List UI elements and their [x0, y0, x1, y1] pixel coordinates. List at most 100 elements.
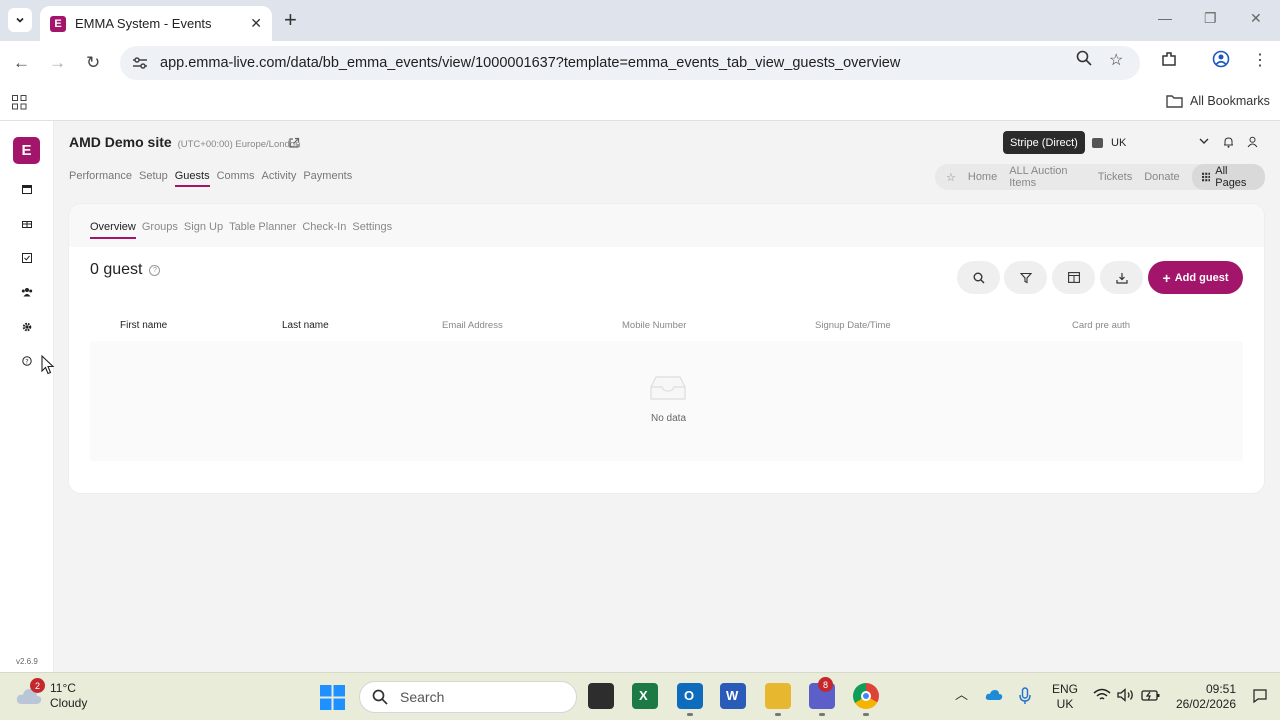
- wifi-icon[interactable]: [1093, 688, 1111, 702]
- excel-app-icon[interactable]: X: [632, 683, 658, 709]
- extensions-icon[interactable]: [1160, 50, 1178, 73]
- region-select[interactable]: UK: [1086, 131, 1216, 154]
- chrome-app-icon[interactable]: [853, 683, 879, 709]
- inbox-icon: [650, 376, 686, 400]
- weather-widget[interactable]: 2 11°C Cloudy: [16, 678, 87, 711]
- timezone-label: (UTC+00:00) Europe/London: [177, 139, 301, 150]
- nav-guests[interactable]: Guests: [174, 170, 210, 187]
- filter-icon: [1019, 272, 1032, 283]
- chevron-up-icon[interactable]: ︿: [955, 687, 968, 702]
- column-card-pre-auth[interactable]: Card pre auth: [1072, 320, 1130, 331]
- tab-check-in[interactable]: Check-In: [302, 221, 346, 239]
- gear-icon[interactable]: [19, 319, 35, 335]
- file-manager-app-icon[interactable]: [588, 683, 614, 709]
- question-icon[interactable]: ?: [149, 264, 161, 276]
- reload-button[interactable]: ↻: [86, 53, 100, 73]
- column-first-name[interactable]: First name: [120, 320, 167, 331]
- site-name: AMD Demo site: [69, 134, 172, 150]
- taskbar-search[interactable]: Search: [359, 681, 577, 713]
- language-indicator[interactable]: ENG UK: [1052, 682, 1078, 712]
- columns-button[interactable]: [1052, 261, 1095, 294]
- nav-activity[interactable]: Activity: [261, 170, 296, 187]
- svg-text:?: ?: [25, 358, 28, 366]
- zoom-icon[interactable]: [1076, 50, 1092, 71]
- all-bookmarks-label: All Bookmarks: [1190, 94, 1270, 108]
- notification-icon[interactable]: [1252, 688, 1268, 704]
- microphone-icon[interactable]: [1019, 687, 1031, 705]
- tab-overview[interactable]: Overview: [90, 221, 136, 239]
- add-guest-button[interactable]: + Add guest: [1148, 261, 1243, 294]
- external-link-icon[interactable]: [288, 137, 300, 149]
- close-window-button[interactable]: ✕: [1250, 10, 1262, 27]
- nav-payments[interactable]: Payments: [303, 170, 352, 187]
- columns-icon: [1067, 272, 1080, 283]
- bell-icon[interactable]: [1223, 136, 1234, 148]
- quick-link-home[interactable]: Home: [968, 171, 997, 183]
- tab-table-planner[interactable]: Table Planner: [229, 221, 296, 239]
- site-settings-icon[interactable]: [132, 56, 148, 70]
- outlook-running-indicator: [687, 713, 693, 716]
- clock-time: 09:51: [1205, 682, 1236, 696]
- cloud-icon: 2: [16, 678, 45, 705]
- word-app-icon[interactable]: W: [720, 683, 746, 709]
- filter-button[interactable]: [1004, 261, 1047, 294]
- volume-icon[interactable]: [1117, 688, 1135, 702]
- tab-sign-up[interactable]: Sign Up: [184, 221, 223, 239]
- quick-link-donate[interactable]: Donate: [1144, 171, 1179, 183]
- checklist-icon[interactable]: [19, 250, 35, 266]
- windows-start-icon[interactable]: [320, 685, 345, 710]
- gift-icon[interactable]: [19, 215, 35, 231]
- address-bar-row: ← → ↻ app.emma-live.com/data/bb_emma_eve…: [0, 41, 1280, 85]
- restore-button[interactable]: ❐: [1204, 10, 1217, 27]
- omnibox[interactable]: app.emma-live.com/data/bb_emma_events/vi…: [120, 46, 1140, 80]
- sub-tabs: Overview Groups Sign Up Table Planner Ch…: [90, 221, 398, 239]
- user-icon[interactable]: [1247, 136, 1258, 148]
- teams-app-icon[interactable]: 8: [809, 677, 835, 709]
- back-button[interactable]: ←: [13, 53, 30, 73]
- region-value: UK: [1111, 136, 1127, 149]
- calendar-icon[interactable]: [19, 181, 35, 197]
- users-icon[interactable]: [19, 284, 35, 300]
- taskbar-search-placeholder: Search: [400, 689, 445, 705]
- column-signup-date[interactable]: Signup Date/Time: [815, 320, 891, 331]
- all-bookmarks-button[interactable]: All Bookmarks: [1166, 94, 1270, 108]
- tab-settings[interactable]: Settings: [352, 221, 392, 239]
- emma-logo[interactable]: E: [13, 137, 40, 164]
- download-icon: [1115, 272, 1128, 284]
- column-mobile[interactable]: Mobile Number: [622, 320, 686, 331]
- favourite-star-icon[interactable]: ☆: [946, 171, 956, 184]
- browser-tab[interactable]: E EMMA System - Events ✕: [40, 6, 272, 41]
- battery-icon[interactable]: [1141, 688, 1161, 702]
- new-tab-button[interactable]: +: [284, 9, 297, 31]
- tab-groups[interactable]: Groups: [142, 221, 178, 239]
- minimize-button[interactable]: —: [1158, 10, 1172, 26]
- mouse-cursor-icon: [41, 355, 55, 375]
- chevron-down-icon: [1199, 138, 1209, 144]
- close-tab-icon[interactable]: ✕: [250, 15, 262, 32]
- quick-link-tickets[interactable]: Tickets: [1098, 171, 1132, 183]
- help-icon[interactable]: ?: [19, 353, 35, 369]
- search-button[interactable]: [957, 261, 1000, 294]
- nav-setup[interactable]: Setup: [139, 170, 168, 187]
- system-clock[interactable]: 09:51 26/02/2026: [1174, 682, 1236, 712]
- tab-title: EMMA System - Events: [75, 16, 212, 31]
- quick-link-auction-items[interactable]: ALL Auction Items: [1009, 165, 1086, 189]
- browser-menu-icon[interactable]: ⋮: [1252, 50, 1268, 70]
- column-last-name[interactable]: Last name: [282, 320, 329, 331]
- profile-icon[interactable]: [1212, 50, 1230, 73]
- no-data-text: No data: [650, 413, 687, 424]
- url-text: app.emma-live.com/data/bb_emma_events/vi…: [160, 55, 901, 71]
- bookmark-star-icon[interactable]: ☆: [1109, 50, 1123, 70]
- tab-search-button[interactable]: [8, 8, 32, 32]
- column-email[interactable]: Email Address: [442, 320, 503, 331]
- nav-performance[interactable]: Performance: [69, 170, 132, 187]
- folder-app-icon[interactable]: [765, 683, 791, 709]
- nav-comms[interactable]: Comms: [217, 170, 255, 187]
- download-button[interactable]: [1100, 261, 1143, 294]
- onedrive-icon[interactable]: [985, 689, 1003, 701]
- search-icon: [973, 272, 984, 283]
- all-pages-button[interactable]: All Pages: [1191, 164, 1265, 190]
- outlook-app-icon[interactable]: O: [677, 683, 703, 709]
- apps-grid-icon[interactable]: [12, 95, 27, 110]
- forward-button[interactable]: →: [49, 53, 66, 73]
